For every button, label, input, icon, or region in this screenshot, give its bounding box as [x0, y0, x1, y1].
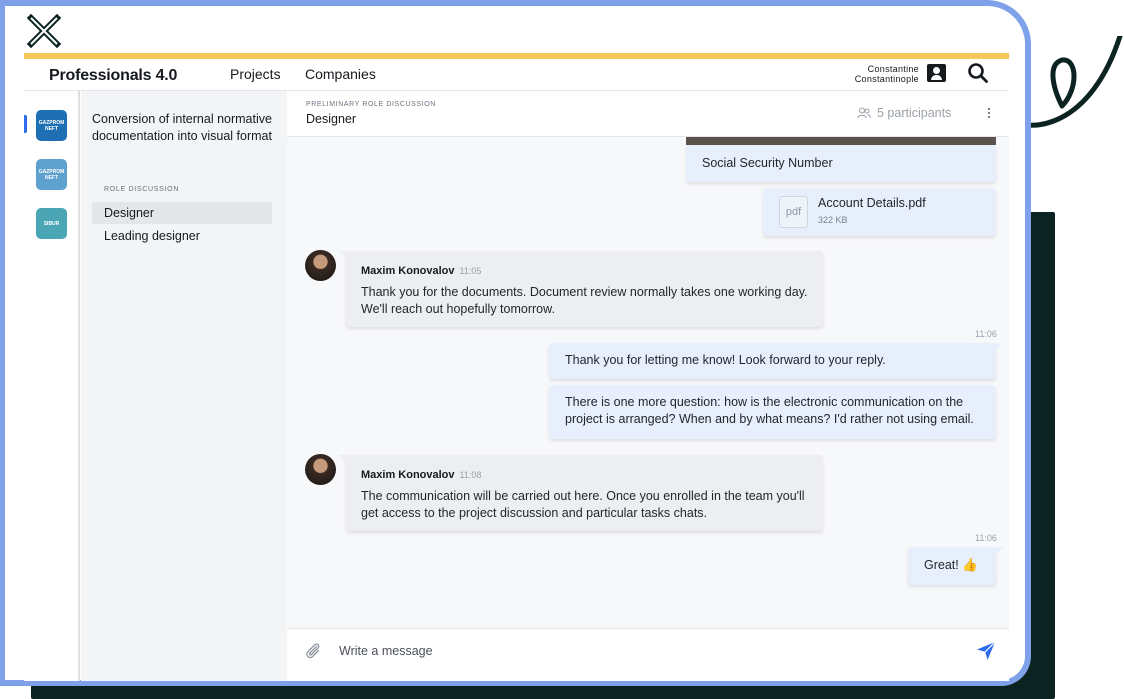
- file-size: 322 KB: [818, 214, 848, 225]
- participants-count: 5 participants: [877, 106, 952, 120]
- message-sender: Maxim Konovalov: [361, 469, 455, 481]
- file-attachment[interactable]: pdf Account Details.pdf 322 KB: [763, 188, 996, 236]
- photo-attachment[interactable]: [686, 137, 996, 145]
- user-avatar-icon[interactable]: [927, 64, 946, 82]
- people-icon: [857, 107, 871, 119]
- more-options-icon[interactable]: [987, 105, 991, 121]
- message-bubble-incoming: Maxim Konovalov 11:08 The communication w…: [339, 455, 823, 531]
- brand-logo-icon: [27, 14, 61, 48]
- avatar[interactable]: [305, 250, 336, 281]
- message-bubble-incoming: Maxim Konovalov 11:05 Thank you for the d…: [339, 251, 823, 327]
- search-icon[interactable]: [967, 62, 989, 84]
- company-logo-2: GAZPROM NEFT: [38, 168, 65, 181]
- bubble-tail: [339, 455, 347, 463]
- section-label: ROLE DISCUSSION: [104, 186, 180, 193]
- message-time: 11:06: [975, 533, 997, 543]
- company-tile-2[interactable]: GAZPROM NEFT: [36, 159, 67, 190]
- message-text: The communication will be carried out he…: [361, 489, 805, 520]
- message-time: 11:05: [459, 266, 482, 276]
- app-title: Professionals 4.0: [49, 67, 178, 84]
- bubble-tail: [339, 251, 347, 259]
- send-icon[interactable]: [975, 640, 997, 662]
- avatar[interactable]: [305, 454, 336, 485]
- message-bubble-outgoing: There is one more question: how is the e…: [549, 385, 996, 439]
- paperclip-icon[interactable]: [304, 641, 322, 661]
- company-tile-3[interactable]: SIBUR: [36, 208, 67, 239]
- nav-companies-link[interactable]: Companies: [305, 66, 376, 82]
- message-list: Social Security Number pdf Account Detai…: [287, 137, 1009, 628]
- thread-item-designer[interactable]: Designer: [92, 202, 272, 224]
- bubble-tail: [995, 547, 1003, 555]
- message-sender: Maxim Konovalov: [361, 265, 455, 277]
- message-text: Great! 👍: [924, 558, 978, 572]
- chat-overline: PRELIMINARY ROLE DISCUSSION: [306, 101, 436, 108]
- file-name: Account Details.pdf: [818, 195, 926, 210]
- chat-title: Designer: [306, 112, 357, 126]
- chat-panel: PRELIMINARY ROLE DISCUSSION Designer 5 p…: [287, 91, 1009, 681]
- message-time: 11:08: [459, 470, 482, 480]
- company-tile-1[interactable]: GAZPROM NEFT: [36, 110, 67, 141]
- message-text: Social Security Number: [702, 156, 833, 170]
- participants-button[interactable]: 5 participants: [857, 106, 951, 120]
- message-text: Thank you for the documents. Document re…: [361, 285, 808, 316]
- threads-panel: Conversion of internal normative documen…: [81, 91, 287, 681]
- company-logo-1: GAZPROM NEFT: [38, 119, 65, 132]
- bubble-tail: [995, 343, 1003, 351]
- company-logo-3: SIBUR: [43, 220, 60, 227]
- chat-header: PRELIMINARY ROLE DISCUSSION Designer 5 p…: [287, 91, 1009, 137]
- message-text: There is one more question: how is the e…: [565, 395, 974, 426]
- user-last-name: Constantinople: [854, 74, 919, 84]
- active-company-indicator: [24, 115, 27, 133]
- company-rail: GAZPROM NEFT GAZPROM NEFT SIBUR: [24, 91, 80, 681]
- message-time: 11:06: [975, 329, 997, 339]
- thread-item-leading-designer[interactable]: Leading designer: [92, 225, 272, 247]
- message-text: Thank you for letting me know! Look forw…: [565, 353, 886, 367]
- message-bubble-outgoing: Thank you for letting me know! Look forw…: [549, 343, 1003, 379]
- user-first-name: Constantine: [867, 64, 919, 74]
- message-input[interactable]: [339, 641, 939, 661]
- nav-projects-link[interactable]: Projects: [230, 66, 281, 82]
- project-title: Conversion of internal normative documen…: [92, 112, 272, 143]
- message-bubble-outgoing: Great! 👍: [908, 547, 1003, 585]
- message-bubble-outgoing: Social Security Number: [686, 145, 996, 182]
- message-composer: [287, 628, 1009, 681]
- user-name[interactable]: Constantine Constantinople: [855, 64, 919, 84]
- pdf-file-icon: pdf: [779, 196, 808, 228]
- top-bar: Professionals 4.0 Projects Companies Con…: [24, 59, 1009, 91]
